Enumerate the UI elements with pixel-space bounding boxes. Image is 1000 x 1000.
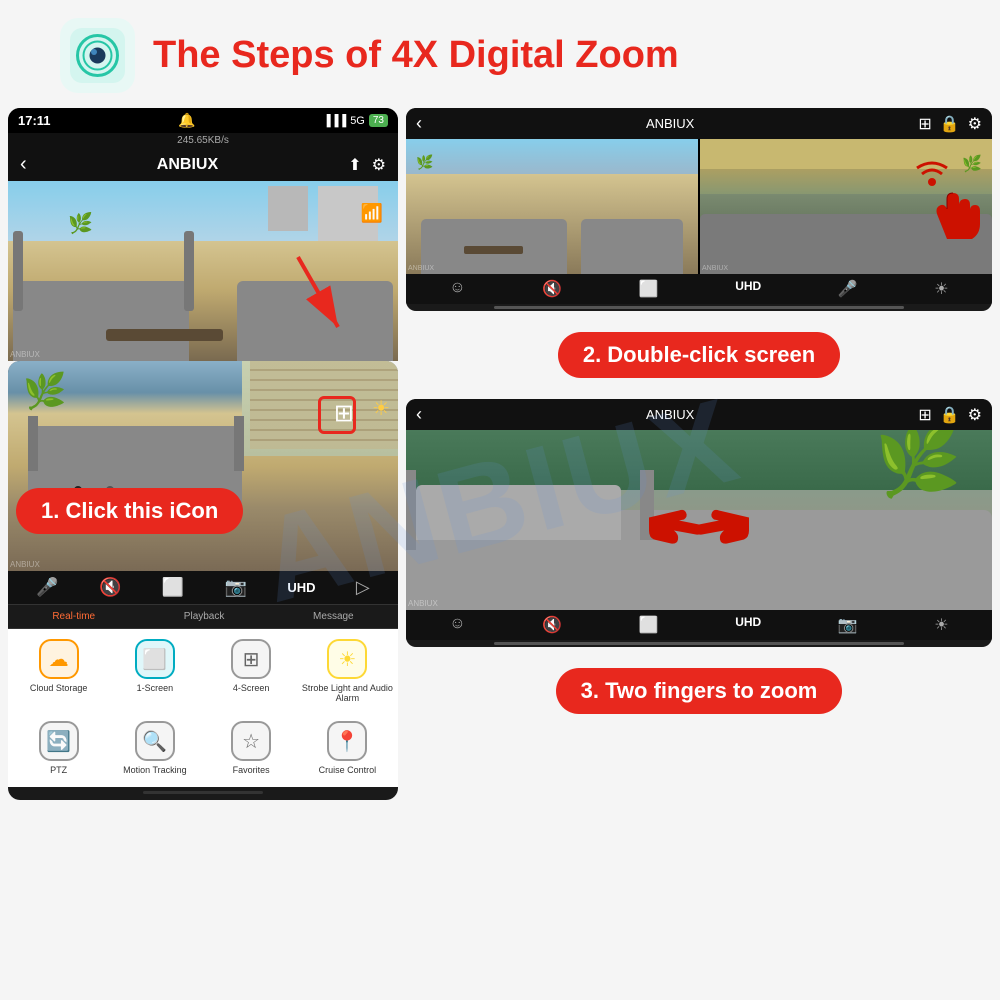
strobe-item[interactable]: ☀ Strobe Light and Audio Alarm: [302, 639, 393, 703]
play-icon[interactable]: ▷: [356, 577, 370, 598]
watermark-cam2: ANBIUX: [10, 560, 40, 569]
cloud-storage-item[interactable]: ☁ Cloud Storage: [13, 639, 104, 703]
tab-bar: Real-time Playback Message: [8, 604, 398, 629]
header: The Steps of 4X Digital Zoom: [0, 0, 1000, 103]
dual-nav: ‹ ANBIUX ⊞ 🔒 ⚙: [406, 108, 992, 139]
zoom-lock-icon[interactable]: 🔒: [940, 405, 960, 425]
uhd-label: UHD: [287, 580, 315, 595]
zoom-title: ANBIUX: [646, 407, 694, 422]
dual-uhd-label: UHD: [735, 279, 761, 299]
step2-button: 2. Double-click screen: [558, 332, 840, 378]
zoom-grid-icon[interactable]: ⊞: [918, 405, 931, 425]
ptz-item[interactable]: 🔄 PTZ: [13, 721, 104, 775]
watermark-zoom: ANBIUX: [408, 599, 438, 608]
tab-message[interactable]: Message: [308, 609, 359, 624]
hand-pointer-icon: [927, 179, 982, 249]
zoom-controls-bar: ☺ 🔇 ⬜ UHD 📷 ☀: [406, 610, 992, 640]
four-screen-item[interactable]: ⊞ 4-Screen: [206, 639, 297, 703]
dual-screens-container: 🌿 ANBIUX 🌿: [406, 139, 992, 274]
camera-app-icon: [70, 28, 125, 83]
dual-record-icon[interactable]: ⬜: [639, 279, 659, 299]
highlight-icon-box: [318, 396, 356, 434]
mini-screen-2: 🌿: [700, 139, 992, 274]
app-icon: [60, 18, 135, 93]
dual-controls-bar: ☺ 🔇 ⬜ UHD 🎤 ☀: [406, 274, 992, 304]
one-screen-item[interactable]: ⬜ 1-Screen: [109, 639, 200, 703]
favorites-item[interactable]: ☆ Favorites: [206, 721, 297, 775]
strobe-icon: ☀: [327, 639, 367, 679]
step2-label-container: 2. Double-click screen: [406, 324, 992, 386]
tab-realtime[interactable]: Real-time: [47, 609, 100, 624]
zoom-slider-indicator: [494, 642, 904, 645]
dual-screen-panel: ‹ ANBIUX ⊞ 🔒 ⚙ 🌿 ANBIUX: [406, 108, 992, 311]
smiley-icon[interactable]: ☺: [449, 279, 465, 299]
tab-playback[interactable]: Playback: [179, 609, 230, 624]
icon-grid: ☁ Cloud Storage ⬜ 1-Screen ⊞ 4-Screen ☀ …: [8, 629, 398, 713]
main-content: 17:11 🔔 ▐▐▐ 5G 73 245.65KB/s ‹ ANBIUX ⬆ …: [0, 103, 1000, 740]
zoom-back-icon[interactable]: ‹: [416, 404, 422, 425]
zoom-nav: ‹ ANBIUX ⊞ 🔒 ⚙: [406, 399, 992, 430]
phone-top-panel: 17:11 🔔 ▐▐▐ 5G 73 245.65KB/s ‹ ANBIUX ⬆ …: [8, 108, 398, 361]
record-icon[interactable]: ⬜: [162, 577, 184, 598]
icon-grid-row2: 🔄 PTZ 🔍 Motion Tracking ☆ Favorites 📍 Cr…: [8, 713, 398, 787]
pinch-gesture-icon: [644, 473, 754, 568]
signal-display: ▐▐▐ 5G 73: [323, 114, 388, 127]
zoom-brightness-icon[interactable]: ☀: [934, 615, 948, 635]
dual-settings-icon[interactable]: ⚙: [968, 114, 982, 134]
zoom-mute-icon[interactable]: 🔇: [542, 615, 562, 635]
ptz-icon: 🔄: [39, 721, 79, 761]
cruise-control-item[interactable]: 📍 Cruise Control: [302, 721, 393, 775]
mute-icon[interactable]: 🔇: [99, 577, 121, 598]
motion-tracking-item[interactable]: 🔍 Motion Tracking: [109, 721, 200, 775]
nav-bar: ‹ ANBIUX ⬆ ⚙: [8, 148, 398, 181]
controls-bar-2: 🎤 🔇 ⬜ 📷 UHD ▷: [8, 571, 398, 604]
zoom-cam-icon[interactable]: 📷: [838, 615, 858, 635]
mic-icon[interactable]: 🎤: [36, 577, 58, 598]
step3-label-container: 3. Two fingers to zoom: [406, 660, 992, 722]
zoom-record-icon[interactable]: ⬜: [639, 615, 659, 635]
one-screen-icon: ⬜: [135, 639, 175, 679]
share-icon[interactable]: ⬆: [348, 155, 361, 175]
step3-button: 3. Two fingers to zoom: [556, 668, 843, 714]
wifi-icon: 📶: [361, 203, 383, 224]
dual-mute-icon[interactable]: 🔇: [542, 279, 562, 299]
speed-display: 245.65KB/s: [8, 133, 398, 148]
back-icon[interactable]: ‹: [20, 153, 27, 176]
zoom-smiley-icon[interactable]: ☺: [449, 615, 465, 635]
four-screen-icon: ⊞: [231, 639, 271, 679]
zoom-camera-view: 🌿 ANBIUX: [406, 430, 992, 610]
zoom-settings-icon[interactable]: ⚙: [968, 405, 982, 425]
left-column: 17:11 🔔 ▐▐▐ 5G 73 245.65KB/s ‹ ANBIUX ⬆ …: [8, 108, 398, 727]
dual-title: ANBIUX: [646, 116, 694, 131]
cruise-icon: 📍: [327, 721, 367, 761]
settings-icon[interactable]: ⚙: [372, 155, 386, 175]
motion-tracking-icon: 🔍: [135, 721, 175, 761]
camera-view-1: 🌿 ANBIUX: [8, 181, 398, 361]
right-column: ‹ ANBIUX ⊞ 🔒 ⚙ 🌿 ANBIUX: [406, 108, 992, 727]
watermark-small: ANBIUX: [10, 350, 40, 359]
lock-icon[interactable]: 🔒: [940, 114, 960, 134]
mini-screen-1: 🌿 ANBIUX: [406, 139, 698, 274]
grid-icon[interactable]: ⊞: [918, 114, 931, 134]
slider-indicator: [494, 306, 904, 309]
camera-view-2: 🌿 ⊞ ☀ ANBIUX: [8, 361, 398, 571]
status-bar: 17:11 🔔 ▐▐▐ 5G 73: [8, 108, 398, 133]
time-display: 17:11: [18, 113, 51, 128]
dual-brightness-icon[interactable]: ☀: [934, 279, 948, 299]
page-title: The Steps of 4X Digital Zoom: [153, 34, 679, 77]
camera-icon[interactable]: 📷: [225, 577, 247, 598]
camera-title: ANBIUX: [157, 156, 218, 174]
dual-back-icon[interactable]: ‹: [416, 113, 422, 134]
favorites-icon: ☆: [231, 721, 271, 761]
dual-mic-icon[interactable]: 🎤: [838, 279, 858, 299]
zoom-panel: ‹ ANBIUX ⊞ 🔒 ⚙ 🌿: [406, 399, 992, 647]
zoom-uhd-label: UHD: [735, 615, 761, 635]
cloud-storage-icon: ☁: [39, 639, 79, 679]
home-indicator: [143, 791, 263, 794]
phone-bottom-panel: 🌿 ⊞ ☀ ANBIUX 🎤 🔇: [8, 361, 398, 800]
